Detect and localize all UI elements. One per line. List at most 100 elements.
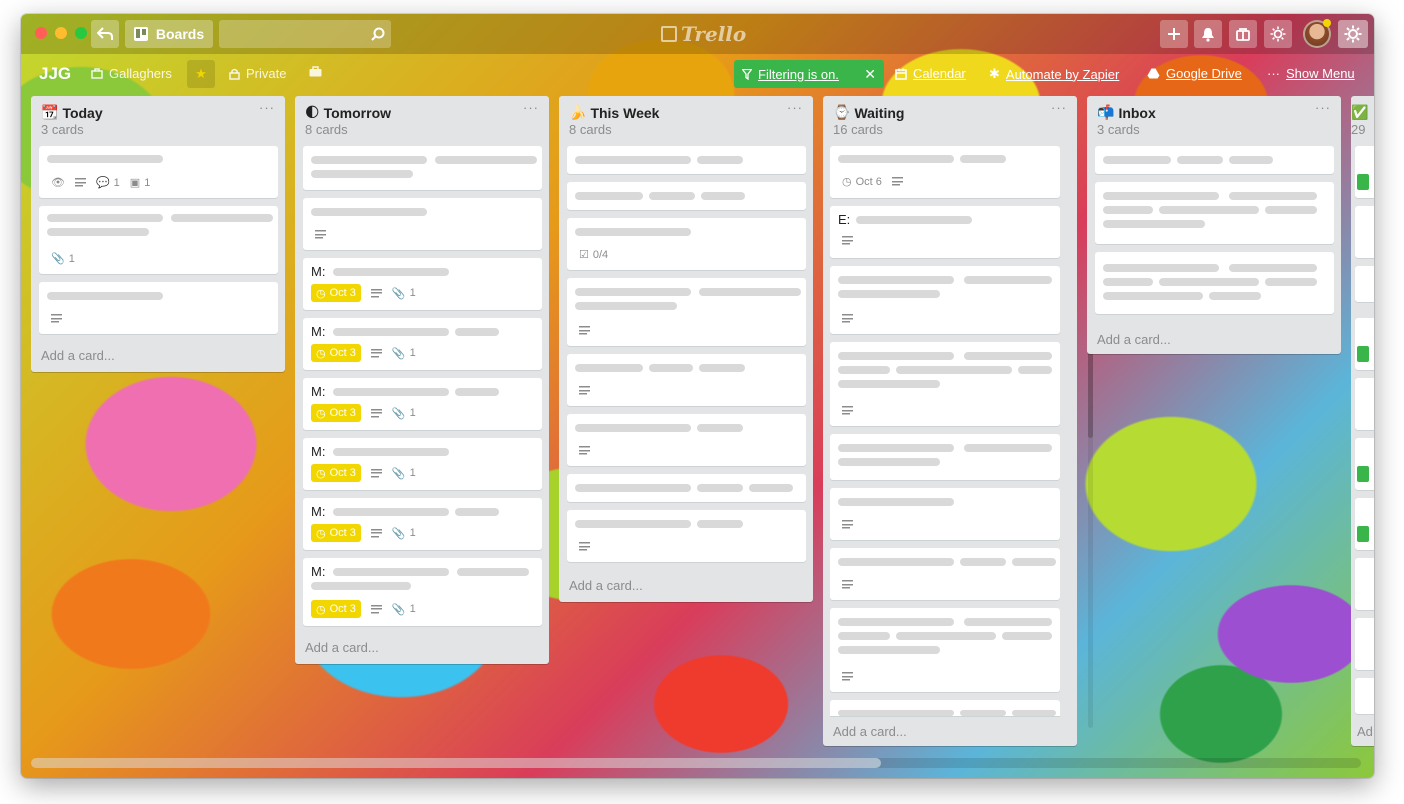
card[interactable]: 📎 1 [39,206,278,274]
card[interactable] [1095,182,1334,244]
filter-indicator[interactable]: Filtering is on. ✕ [734,60,884,88]
card[interactable]: 👁 💬 1 ▣ 1 [39,146,278,198]
card[interactable] [1355,378,1374,430]
card[interactable]: M: ◷ Oct 3 📎 1 [303,558,542,626]
zapier-powerup[interactable]: ✱ Automate by Zapier [989,66,1119,82]
list-title[interactable]: 🌓 Tomorrow [305,104,391,121]
card[interactable] [830,266,1060,334]
card[interactable]: M: ◷ Oct 3 📎 1 [303,498,542,550]
board-name[interactable]: JJG [39,64,71,84]
card[interactable] [830,342,1060,426]
add-card-button[interactable]: Ad [1351,716,1374,746]
board-scrollbar-thumb[interactable] [31,758,881,768]
info-button[interactable] [1229,20,1257,48]
show-menu-button[interactable]: ··· Show Menu [1267,66,1355,81]
card[interactable] [830,434,1060,480]
add-card-button[interactable]: Add a card... [1087,324,1181,354]
card-prefix: E: [838,212,851,227]
card[interactable]: M: ◷ Oct 3 📎 1 [303,318,542,370]
zapier-label: Automate by Zapier [1005,66,1120,82]
card[interactable]: M: ◷ Oct 3 📎 1 [303,378,542,430]
card[interactable] [830,700,1060,716]
close-window-button[interactable] [35,27,47,39]
list-title[interactable]: 📬 Inbox [1097,104,1156,121]
card[interactable]: ◷ Oct 6 [830,146,1060,198]
add-card-button[interactable]: Add a card... [295,632,389,662]
add-button[interactable] [1160,20,1188,48]
card[interactable] [303,146,542,190]
list-menu-icon[interactable]: ··· [523,100,539,115]
card[interactable]: ☑ 0/4 [567,218,806,270]
card-title-placeholder [964,618,1052,626]
card[interactable] [1355,146,1374,198]
card[interactable] [567,510,806,562]
card[interactable] [830,608,1060,692]
clock-icon: ◷ [316,467,326,480]
add-card-button[interactable]: Add a card... [31,340,125,370]
list-count: 3 cards [41,122,84,137]
card[interactable] [567,354,806,406]
card-title-placeholder [575,520,691,528]
card[interactable] [1355,438,1374,490]
trello-logo[interactable]: Trello [661,20,746,48]
card[interactable]: M: ◷ Oct 3 📎 1 [303,258,542,310]
theme-button[interactable] [1264,20,1292,48]
card[interactable] [1355,558,1374,610]
filter-label[interactable]: Filtering is on. [758,67,839,82]
calendar-powerup[interactable]: Calendar [895,66,966,81]
card-title-placeholder [333,388,449,396]
card[interactable]: E: [830,206,1060,258]
boards-button[interactable]: Boards [125,20,213,48]
settings-button[interactable] [1338,20,1368,48]
card[interactable] [830,548,1060,600]
team-button[interactable]: Gallaghers [91,66,172,81]
card[interactable] [1095,146,1334,174]
card[interactable] [1355,678,1374,714]
card-title-placeholder [575,288,691,296]
card[interactable] [567,146,806,174]
card[interactable] [1355,618,1374,670]
card[interactable] [567,414,806,466]
card[interactable] [1095,252,1334,314]
card[interactable] [830,488,1060,540]
list-menu-icon[interactable]: ··· [1315,100,1331,115]
card-title-placeholder [838,632,890,640]
card[interactable]: M: ◷ Oct 3 📎 1 [303,438,542,490]
google-drive-powerup[interactable]: Google Drive [1147,66,1242,81]
card[interactable] [1355,206,1374,258]
board-extra-button[interactable] [309,66,322,77]
card[interactable] [567,182,806,210]
description-icon [370,288,382,298]
add-card-button[interactable]: Add a card... [559,570,653,600]
card-badges [579,326,590,335]
card[interactable] [39,282,278,334]
card[interactable] [567,474,806,502]
list-menu-icon[interactable]: ··· [259,100,275,115]
list-title[interactable]: ✅ [1351,104,1372,121]
add-card-button[interactable]: Add a card... [823,716,917,746]
minimize-window-button[interactable] [55,27,67,39]
search-input[interactable] [219,20,391,48]
list-count: 3 cards [1097,122,1140,137]
card[interactable] [1355,266,1374,302]
list-title[interactable]: ⌚ Waiting [833,104,904,121]
card-title-placeholder [749,484,793,492]
card[interactable] [1355,498,1374,550]
list-title[interactable]: 📆 Today [41,104,103,121]
board-scrollbar[interactable] [31,758,1361,768]
back-button[interactable] [91,20,119,48]
zoom-window-button[interactable] [75,27,87,39]
card[interactable] [567,278,806,346]
list-title[interactable]: 🍌 This Week [569,104,659,121]
star-button[interactable]: ★ [187,60,215,88]
clear-filter-icon[interactable]: ✕ [864,66,876,83]
visibility-button[interactable]: Private [229,66,286,81]
list-menu-icon[interactable]: ··· [1051,100,1067,115]
card-title-placeholder [455,328,499,336]
card[interactable] [303,198,542,250]
card[interactable] [1355,318,1374,370]
checklist-count: 1 [144,176,151,189]
list-menu-icon[interactable]: ··· [787,100,803,115]
notifications-button[interactable] [1194,20,1222,48]
card-prefix: M: [311,444,326,459]
